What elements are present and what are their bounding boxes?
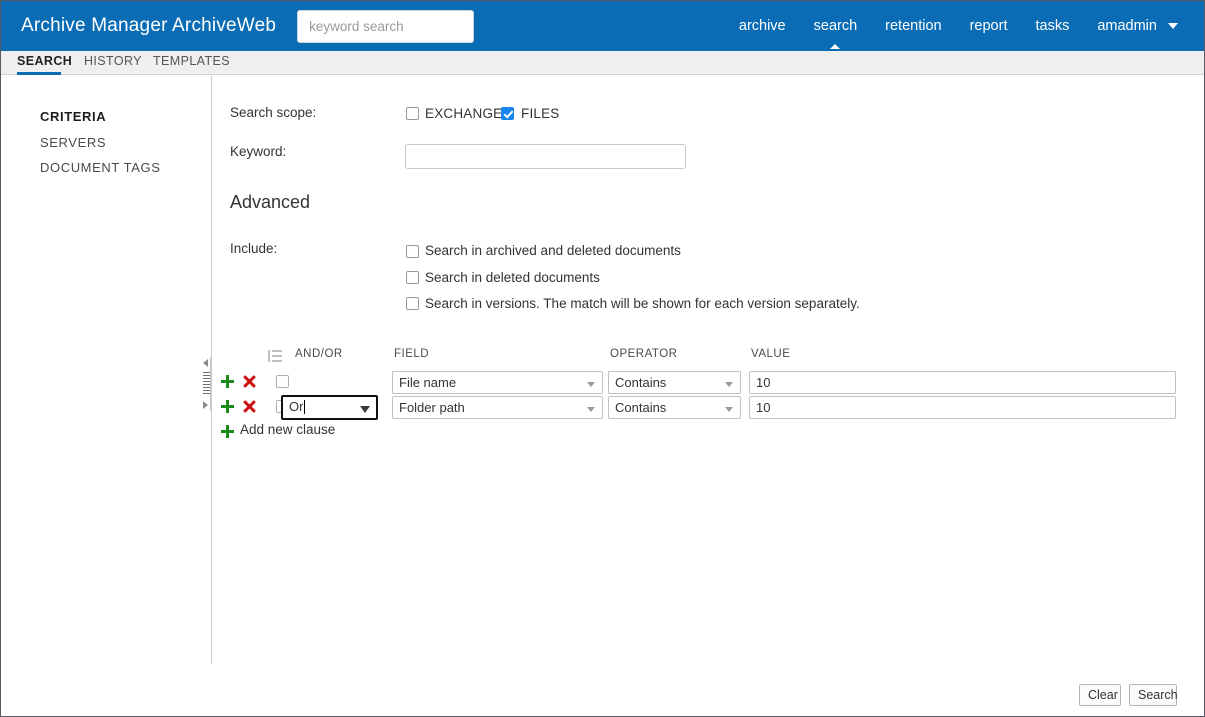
splitter-arrow-right-icon[interactable] — [203, 401, 208, 409]
sub-tab-bar: SEARCH HISTORY TEMPLATES — [1, 51, 1204, 75]
sidebar-item-criteria[interactable]: CRITERIA — [40, 109, 106, 124]
nav-label-search: search — [813, 18, 858, 34]
nav-item-retention[interactable]: retention — [871, 1, 955, 51]
main-content: Search scope: EXCHANGE FILES Keyword: Ad… — [212, 76, 1204, 664]
list-icon-bracket — [268, 350, 270, 362]
table-row: File name Contains — [212, 370, 1204, 395]
checkbox-scope-exchange[interactable] — [406, 107, 419, 120]
chevron-down-icon — [1168, 23, 1178, 30]
app-window: Archive Manager ArchiveWeb archive searc… — [0, 0, 1205, 717]
keyword-field[interactable] — [405, 144, 686, 169]
keyword-label: Keyword: — [230, 144, 287, 159]
top-header-bar: Archive Manager ArchiveWeb archive searc… — [1, 1, 1204, 51]
checkbox-include-deleted[interactable] — [406, 271, 419, 284]
row-field-select[interactable]: File name — [392, 371, 603, 394]
checkbox-include-archived-deleted-label[interactable]: Search in archived and deleted documents — [425, 243, 681, 258]
row-operator-select[interactable]: Contains — [608, 371, 741, 394]
chevron-down-icon — [725, 407, 733, 412]
nav-label-report: report — [969, 18, 1008, 34]
row-operator-value: Contains — [615, 375, 667, 390]
table-row: Or Folder path Contains — [212, 395, 1204, 420]
splitter-arrow-left-icon[interactable] — [203, 359, 208, 367]
column-header-value: VALUE — [751, 348, 791, 360]
nav-item-search[interactable]: search — [800, 1, 872, 51]
add-clause-plus-icon — [220, 424, 235, 439]
include-label: Include: — [230, 241, 278, 256]
list-icon-line — [272, 355, 282, 357]
list-icon-line — [272, 360, 282, 362]
row-operator-value: Contains — [615, 400, 667, 415]
list-icon-line — [272, 350, 282, 352]
tab-templates[interactable]: TEMPLATES — [153, 51, 230, 75]
row-select-checkbox[interactable] — [276, 375, 289, 388]
nav-label-retention: retention — [885, 18, 942, 34]
add-row-icon[interactable] — [220, 399, 235, 414]
chevron-down-icon — [360, 406, 370, 413]
row-andor-select[interactable]: Or — [281, 395, 378, 420]
sidebar: CRITERIA SERVERS DOCUMENT TAGS — [1, 76, 212, 664]
sidebar-item-servers[interactable]: SERVERS — [40, 135, 106, 150]
row-operator-select[interactable]: Contains — [608, 396, 741, 419]
row-value-input[interactable] — [749, 371, 1176, 394]
tab-history[interactable]: HISTORY — [84, 51, 142, 75]
tab-history-label: HISTORY — [84, 54, 142, 68]
column-header-operator: OPERATOR — [610, 348, 678, 360]
row-andor-value: Or — [289, 399, 304, 414]
nav-label-archive: archive — [738, 18, 786, 34]
chevron-down-icon — [587, 407, 595, 412]
sidebar-item-document-tags-label: DOCUMENT TAGS — [40, 160, 161, 175]
remove-row-icon[interactable] — [242, 399, 257, 414]
checkbox-include-versions-label[interactable]: Search in versions. The match will be sh… — [425, 296, 860, 311]
tab-search[interactable]: SEARCH — [17, 51, 72, 75]
advanced-section-heading: Advanced — [230, 192, 311, 212]
chevron-down-icon — [587, 382, 595, 387]
row-field-value: Folder path — [399, 400, 465, 415]
row-value-input[interactable] — [749, 396, 1176, 419]
app-title: Archive Manager ArchiveWeb — [21, 15, 277, 36]
row-field-value: File name — [399, 375, 457, 390]
splitter-grip-icon — [203, 372, 210, 396]
list-lines-icon[interactable] — [268, 350, 282, 362]
checkbox-scope-files[interactable] — [501, 107, 514, 120]
checkbox-include-versions[interactable] — [406, 297, 419, 310]
add-new-clause-label: Add new clause — [240, 422, 336, 437]
nav-label-tasks: tasks — [1035, 18, 1070, 34]
nav-item-report[interactable]: report — [956, 1, 1022, 51]
nav-item-tasks[interactable]: tasks — [1021, 1, 1083, 51]
checkbox-include-deleted-label[interactable]: Search in deleted documents — [425, 270, 600, 285]
tab-templates-label: TEMPLATES — [153, 54, 230, 68]
sidebar-item-criteria-label: CRITERIA — [40, 109, 107, 124]
sidebar-item-servers-label: SERVERS — [40, 135, 107, 150]
row-field-select[interactable]: Folder path — [392, 396, 603, 419]
sidebar-item-document-tags[interactable]: DOCUMENT TAGS — [40, 160, 160, 175]
top-navigation: archive search retention report tasks am… — [725, 1, 1192, 51]
checkbox-scope-files-label[interactable]: FILES — [521, 106, 560, 121]
remove-row-icon[interactable] — [242, 374, 257, 389]
nav-item-archive[interactable]: archive — [725, 1, 800, 51]
chevron-down-icon — [725, 382, 733, 387]
tab-search-label: SEARCH — [17, 54, 73, 68]
checkbox-include-archived-deleted[interactable] — [406, 245, 419, 258]
search-scope-label: Search scope: — [230, 105, 317, 120]
column-header-field: FIELD — [394, 348, 430, 360]
text-cursor — [304, 400, 305, 414]
splitter-line — [210, 357, 211, 411]
active-caret-up-icon — [830, 44, 841, 49]
nav-label-user: amadmin — [1097, 18, 1157, 34]
clear-button[interactable]: Clear — [1079, 684, 1121, 706]
add-row-icon[interactable] — [220, 374, 235, 389]
nav-item-user-menu[interactable]: amadmin — [1083, 1, 1192, 51]
search-button[interactable]: Search — [1129, 684, 1178, 706]
checkbox-scope-exchange-label[interactable]: EXCHANGE — [425, 106, 502, 121]
footer-bar: Clear Search — [1, 664, 1204, 716]
keyword-search-input[interactable] — [297, 9, 475, 43]
column-header-andor: AND/OR — [295, 348, 343, 360]
